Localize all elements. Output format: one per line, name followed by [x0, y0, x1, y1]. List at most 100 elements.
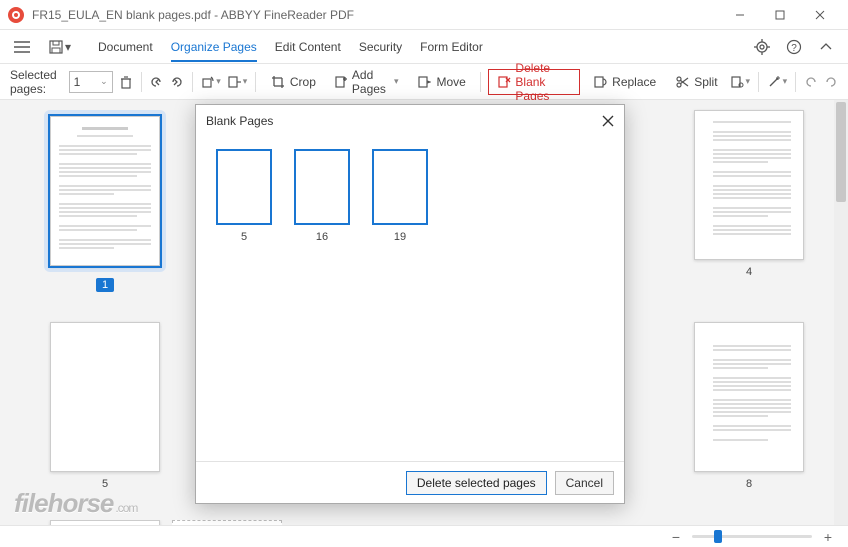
rotate-button[interactable]: ▾: [200, 70, 221, 94]
cancel-button[interactable]: Cancel: [555, 471, 614, 495]
dialog-body: 5 16 19: [196, 137, 624, 461]
collapse-button[interactable]: [812, 33, 840, 61]
crop-label: Crop: [290, 75, 316, 89]
separator: [795, 72, 796, 92]
redo-button[interactable]: [170, 70, 184, 94]
add-pages-label: Add Pages: [352, 68, 388, 96]
extract-button[interactable]: ▾: [227, 70, 248, 94]
page-number: 8: [746, 478, 752, 490]
zoom-slider-thumb[interactable]: [714, 530, 722, 543]
window-controls: [720, 1, 840, 29]
separator: [192, 72, 193, 92]
window-title: FR15_EULA_EN blank pages.pdf - ABBYY Fin…: [32, 8, 720, 22]
tab-document[interactable]: Document: [98, 32, 153, 62]
undo-icon: [149, 75, 163, 89]
blank-page-thumb[interactable]: 5: [216, 149, 272, 243]
close-button[interactable]: [800, 1, 840, 29]
menubar: ▾ Document Organize Pages Edit Content S…: [0, 30, 848, 64]
view-tabs: Document Organize Pages Edit Content Sec…: [98, 32, 483, 62]
chevron-down-icon: ▾: [394, 76, 399, 87]
move-icon: [416, 74, 432, 90]
help-icon: ?: [786, 39, 802, 55]
vertical-scrollbar[interactable]: [834, 100, 848, 525]
crop-icon: [270, 74, 286, 90]
separator: [255, 72, 256, 92]
tab-edit-content[interactable]: Edit Content: [275, 32, 341, 62]
watermark-brand: filehorse: [14, 488, 113, 518]
separator: [480, 72, 481, 92]
add-pages-button[interactable]: Add Pages ▾: [328, 70, 405, 94]
page-preview: [694, 322, 804, 472]
zoom-slider[interactable]: [692, 535, 812, 538]
page-thumbnail[interactable]: 5: [44, 322, 166, 490]
help-button[interactable]: ?: [780, 33, 808, 61]
settings-button[interactable]: [748, 33, 776, 61]
blank-page-thumb[interactable]: 19: [372, 149, 428, 243]
selected-pages-value: 1: [74, 75, 81, 89]
page-number: 1: [96, 278, 114, 292]
delete-selected-pages-button[interactable]: Delete selected pages: [406, 471, 547, 495]
page-number: 4: [746, 266, 752, 278]
blank-page-preview: [294, 149, 350, 225]
redo2-button[interactable]: [824, 70, 838, 94]
watermark-tld: .com: [115, 501, 137, 515]
blank-page-number: 5: [241, 231, 247, 243]
app-icon: [8, 7, 24, 23]
scissors-icon: [674, 74, 690, 90]
move-button[interactable]: Move: [410, 70, 471, 94]
toolbar: Selected pages: 1 ⌄ ▾ ▾ Crop Add Pages ▾…: [0, 64, 848, 100]
chevron-down-icon: ▾: [65, 40, 71, 54]
dialog-title: Blank Pages: [206, 114, 273, 128]
page-arrow-icon: [227, 75, 241, 89]
page-preview: [694, 110, 804, 260]
scrollbar-thumb[interactable]: [836, 102, 846, 202]
blank-page-thumb[interactable]: 16: [294, 149, 350, 243]
hamburger-menu-icon[interactable]: [8, 33, 36, 61]
undo-icon: [804, 75, 818, 89]
selected-pages-label: Selected pages:: [10, 68, 61, 96]
dialog-close-button[interactable]: [602, 115, 614, 127]
watermark: filehorse.com: [14, 488, 137, 519]
svg-text:?: ?: [791, 43, 797, 54]
split-button[interactable]: Split: [668, 70, 723, 94]
undo-button[interactable]: [149, 70, 163, 94]
selected-pages-select[interactable]: 1 ⌄: [69, 71, 113, 93]
add-page-icon: [334, 74, 348, 90]
redo-icon: [824, 75, 838, 89]
page-options-button[interactable]: ▾: [730, 70, 751, 94]
blank-page-preview: [372, 149, 428, 225]
zoom-in-button[interactable]: +: [820, 529, 836, 545]
replace-icon: [592, 74, 608, 90]
undo2-button[interactable]: [804, 70, 818, 94]
blank-page-preview: [216, 149, 272, 225]
trash-icon: [119, 75, 133, 89]
rotate-icon: [200, 75, 214, 89]
titlebar: FR15_EULA_EN blank pages.pdf - ABBYY Fin…: [0, 0, 848, 30]
close-icon: [602, 115, 614, 127]
blank-page-number: 16: [316, 231, 328, 243]
delete-blank-pages-button[interactable]: Delete Blank Pages: [488, 69, 580, 95]
wand-icon: [767, 75, 781, 89]
save-dropdown[interactable]: ▾: [40, 33, 80, 61]
crop-button[interactable]: Crop: [264, 70, 322, 94]
replace-button[interactable]: Replace: [586, 70, 662, 94]
minimize-button[interactable]: [720, 1, 760, 29]
dialog-header: Blank Pages: [196, 105, 624, 137]
maximize-button[interactable]: [760, 1, 800, 29]
separator: [758, 72, 759, 92]
zoom-out-button[interactable]: −: [668, 529, 684, 545]
page-thumbnail[interactable]: 8: [688, 322, 810, 490]
dialog-footer: Delete selected pages Cancel: [196, 461, 624, 503]
page-preview: [50, 322, 160, 472]
enhance-button[interactable]: ▾: [767, 70, 788, 94]
move-label: Move: [436, 75, 465, 89]
tab-organize-pages[interactable]: Organize Pages: [171, 32, 257, 62]
tab-form-editor[interactable]: Form Editor: [420, 32, 483, 62]
tab-security[interactable]: Security: [359, 32, 402, 62]
delete-button[interactable]: [119, 70, 133, 94]
page-gear-icon: [730, 75, 744, 89]
statusbar: − +: [0, 525, 848, 547]
page-thumbnail[interactable]: 4: [688, 110, 810, 292]
delete-blank-label: Delete Blank Pages: [515, 61, 571, 103]
page-thumbnail[interactable]: 1: [44, 110, 166, 292]
